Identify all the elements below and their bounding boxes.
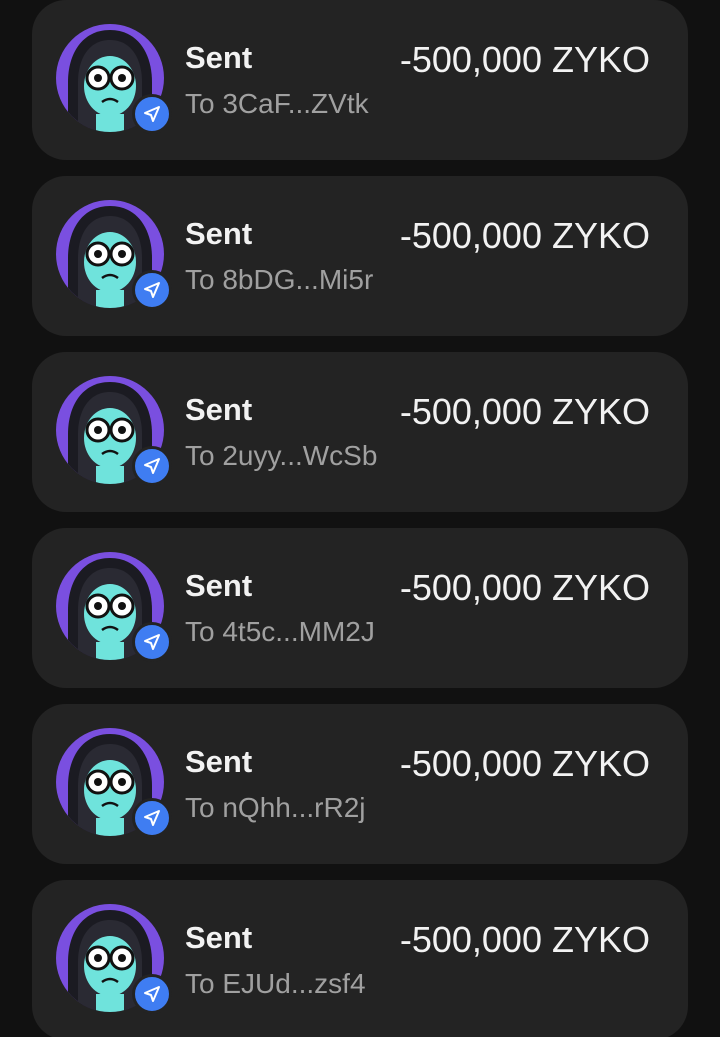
transaction-recipient: To EJUd...zsf4 — [185, 968, 366, 999]
avatar — [56, 200, 172, 312]
transaction-recipient: To 3CaF...ZVtk — [185, 88, 369, 119]
transaction-type: Sent — [185, 216, 253, 251]
transaction-amount: -500,000 ZYKO — [399, 567, 650, 608]
avatar — [56, 376, 172, 488]
avatar — [56, 728, 172, 840]
send-icon — [132, 446, 172, 486]
transaction-amount: -500,000 ZYKO — [399, 391, 650, 432]
transaction-amount: -500,000 ZYKO — [399, 743, 650, 784]
transaction-card[interactable]: Sent To 2uyy...WcSb -500,000 ZYKO — [32, 352, 688, 512]
send-icon — [132, 798, 172, 838]
send-icon — [132, 622, 172, 662]
transaction-amount: -500,000 ZYKO — [399, 39, 650, 80]
send-icon — [132, 94, 172, 134]
transaction-list: Sent To 3CaF...ZVtk -500,000 ZYKO Sent T… — [0, 0, 720, 1037]
transaction-card[interactable]: Sent To 4t5c...MM2J -500,000 ZYKO — [32, 528, 688, 688]
transaction-card[interactable]: Sent To EJUd...zsf4 -500,000 ZYKO — [32, 880, 688, 1037]
transaction-card[interactable]: Sent To 8bDG...Mi5r -500,000 ZYKO — [32, 176, 688, 336]
transaction-recipient: To 8bDG...Mi5r — [185, 264, 374, 295]
transaction-recipient: To nQhh...rR2j — [185, 792, 366, 823]
transaction-type: Sent — [185, 744, 253, 779]
transaction-recipient: To 4t5c...MM2J — [185, 616, 375, 647]
transaction-type: Sent — [185, 920, 253, 955]
transaction-amount: -500,000 ZYKO — [399, 919, 650, 960]
transaction-type: Sent — [185, 568, 253, 603]
transaction-amount: -500,000 ZYKO — [399, 215, 650, 256]
avatar — [56, 24, 172, 136]
send-icon — [132, 974, 172, 1014]
transaction-type: Sent — [185, 40, 253, 75]
transaction-card[interactable]: Sent To nQhh...rR2j -500,000 ZYKO — [32, 704, 688, 864]
avatar — [56, 904, 172, 1016]
transaction-card[interactable]: Sent To 3CaF...ZVtk -500,000 ZYKO — [32, 0, 688, 160]
transaction-recipient: To 2uyy...WcSb — [185, 440, 378, 471]
avatar — [56, 552, 172, 664]
send-icon — [132, 270, 172, 310]
transaction-type: Sent — [185, 392, 253, 427]
